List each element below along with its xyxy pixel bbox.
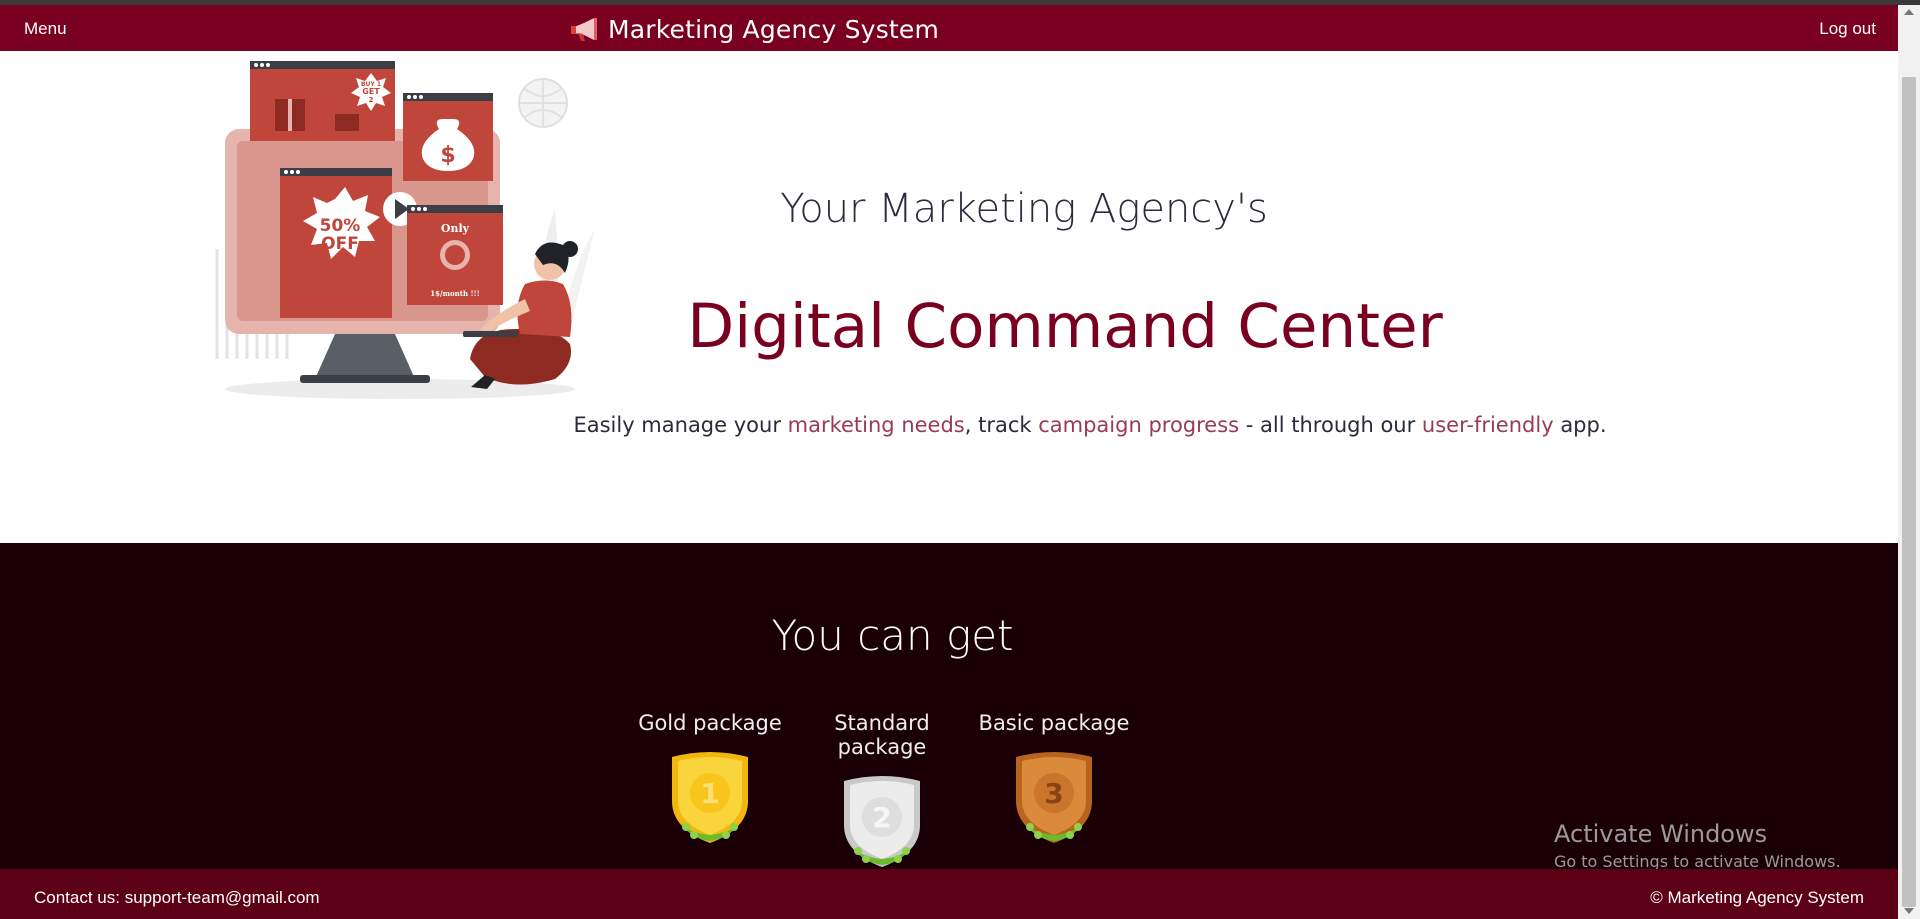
svg-text:OFF: OFF (321, 234, 359, 254)
highlight-user-friendly: user-friendly (1421, 413, 1554, 437)
megaphone-icon (571, 17, 597, 41)
highlight-marketing-needs: marketing needs (787, 413, 965, 437)
hero-title: Digital Command Center (687, 291, 1443, 362)
footer: Contact us: support-team@gmail.com © Mar… (0, 869, 1898, 919)
svg-text:3: 3 (1044, 777, 1063, 810)
brand[interactable]: Marketing Agency System (570, 15, 939, 44)
watermark-title: Activate Windows (1554, 820, 1768, 848)
package-label: Standard package (834, 711, 930, 759)
package-gold[interactable]: Gold package 1 (620, 711, 800, 849)
package-label: Gold package (638, 711, 782, 735)
hero-description: Easily manage your marketing needs, trac… (573, 413, 1607, 437)
logout-button[interactable]: Log out (1819, 19, 1876, 39)
navbar: Menu Marketing Agency System Log out (0, 5, 1898, 51)
svg-text:2: 2 (872, 801, 891, 834)
page-scrollbar[interactable] (1898, 5, 1920, 919)
footer-copyright: © Marketing Agency System (1650, 888, 1864, 907)
silver-medal-icon: 2 (844, 776, 920, 867)
bronze-medal-icon: 3 (1016, 752, 1092, 843)
scroll-down-arrow-icon[interactable] (1904, 908, 1914, 914)
brand-title: Marketing Agency System (608, 15, 940, 44)
footer-contact: Contact us: support-team@gmail.com (34, 888, 320, 907)
svg-text:$: $ (440, 143, 455, 168)
packages-title: You can get (771, 611, 1014, 660)
package-label: Basic package (978, 711, 1130, 735)
svg-text:GET: GET (362, 87, 380, 96)
package-standard[interactable]: Standard package 2 (792, 711, 972, 873)
hero-subtitle: Your Marketing Agency's (780, 186, 1268, 232)
menu-button[interactable]: Menu (24, 19, 67, 39)
gold-medal-icon: 1 (672, 752, 748, 843)
hero-section: BUY 1 GET 2 $ 50% OFF Only 1$/month !!! (0, 51, 1898, 543)
package-basic[interactable]: Basic package 3 (964, 711, 1144, 849)
scroll-up-arrow-icon[interactable] (1904, 9, 1914, 15)
svg-text:1: 1 (700, 777, 719, 810)
svg-text:2: 2 (369, 96, 374, 104)
activate-windows-watermark: Activate Windows Go to Settings to activ… (1554, 820, 1841, 871)
highlight-campaign-progress: campaign progress (1038, 413, 1240, 437)
